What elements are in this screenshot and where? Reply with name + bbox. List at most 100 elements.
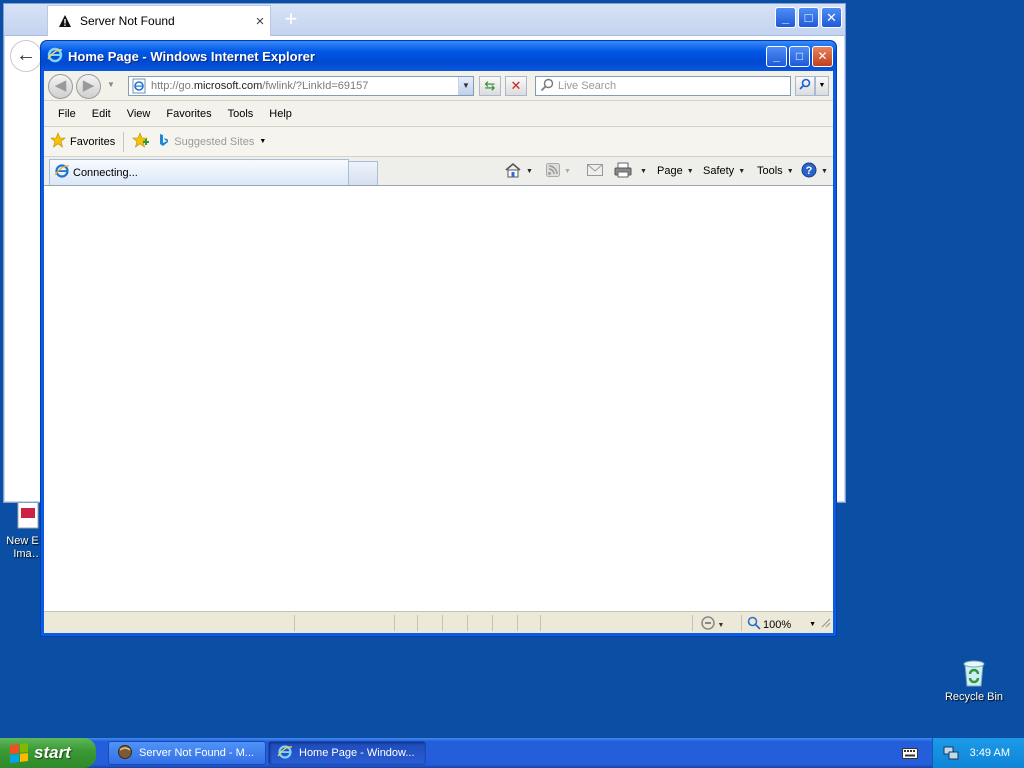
menu-favorites[interactable]: Favorites [158,108,219,120]
status-pane [517,615,518,631]
home-icon [504,162,522,181]
status-pane [492,615,493,631]
search-placeholder: Live Search [558,80,617,92]
back-button[interactable]: ◀ [48,74,73,99]
back-button[interactable]: ← [10,40,42,72]
address-bar[interactable]: http://go.microsoft.com/fwlink/?LinkId=6… [128,76,474,96]
address-toolbar: ◀ ▶ ▼ http://go.microsoft.com/fwlink/?Li… [44,71,833,101]
start-button[interactable]: start [0,738,96,768]
recycle-bin-icon [958,656,990,688]
ie-logo-icon [47,47,63,66]
taskbar-item-label: Server Not Found - M... [139,747,254,759]
protected-mode-icon[interactable]: ▼ [700,615,726,634]
ie-page-icon [131,78,147,94]
zoom-dropdown-icon[interactable]: ▼ [809,621,816,628]
ie-logo-icon [277,744,293,763]
help-dropdown-icon: ▼ [821,167,828,175]
stop-button[interactable]: ✕ [505,76,527,96]
tools-dropdown-icon: ▼ [786,167,794,175]
search-input[interactable]: Live Search [535,76,791,96]
desktop-icon-label: Recycle Bin [944,691,1004,703]
resize-grip-icon[interactable] [819,616,831,631]
status-pane [394,615,395,631]
page-dropdown-icon: ▼ [686,167,694,175]
address-url[interactable]: http://go.microsoft.com/fwlink/?LinkId=6… [151,80,458,92]
status-pane [442,615,443,631]
suggested-sites-dropdown-icon[interactable]: ▼ [259,138,266,145]
search-options-dropdown[interactable]: ▼ [815,76,829,96]
taskbar-item-home-page[interactable]: Home Page - Window... [268,741,426,765]
background-tab-title: Server Not Found [80,14,175,28]
feeds-dropdown-icon[interactable]: ▼ [564,168,571,175]
background-tab-strip: Server Not Found × + _ □ ✕ [4,4,845,36]
windows-logo-icon [10,743,28,763]
zoom-level: 100% [763,618,792,631]
new-tab-button[interactable] [348,161,378,185]
ie-title-bar[interactable]: Home Page - Windows Internet Explorer _ … [41,41,836,71]
zoom-icon [747,616,761,633]
new-tab-button[interactable]: + [279,8,303,32]
refresh-button[interactable]: ⇆ [479,76,501,96]
menu-help[interactable]: Help [261,108,300,120]
favorites-button[interactable]: Favorites [70,136,115,148]
mail-button[interactable] [587,157,603,185]
status-pane [417,615,418,631]
bing-icon [158,133,170,150]
page-menu[interactable]: Page ▼ [657,157,694,185]
printer-icon [614,162,632,181]
minimize-button[interactable]: _ [766,46,787,67]
status-pane [540,615,541,631]
clock[interactable]: 3:49 AM [970,747,1010,759]
home-button[interactable]: ▼ [504,157,533,185]
help-button[interactable]: ? ▼ [801,157,828,185]
menu-bar: File Edit View Favorites Tools Help [44,101,833,127]
background-tab[interactable]: Server Not Found × [47,5,271,36]
favorites-separator [123,131,125,152]
minimize-button[interactable]: _ [775,7,796,28]
taskbar: start Server Not Found - M... Home Page … [0,738,1024,768]
mail-icon [587,163,603,179]
page-content-area[interactable] [44,185,833,611]
tools-menu[interactable]: Tools ▼ [757,157,794,185]
taskbar-item-label: Home Page - Window... [299,747,415,759]
keyboard-icon[interactable] [902,746,918,763]
menu-view[interactable]: View [119,108,159,120]
menu-edit[interactable]: Edit [84,108,119,120]
history-dropdown-icon[interactable]: ▼ [107,80,115,89]
add-to-favorites-bar-icon[interactable] [132,132,150,151]
favorites-star-icon [50,132,66,151]
rss-feed-icon [546,162,560,180]
zoom-control[interactable]: 100% ▼ [747,616,816,633]
tab-connecting[interactable]: Connecting... [49,159,349,185]
close-button[interactable]: ✕ [821,7,842,28]
svg-text:?: ? [806,165,813,177]
window-title: Home Page - Windows Internet Explorer [68,48,315,64]
favorites-bar: Favorites Suggested Sites ▼ [44,127,833,157]
suggested-sites-link[interactable]: Suggested Sites [174,136,254,148]
close-tab-icon[interactable]: × [250,13,270,30]
search-icon [540,78,554,95]
forward-button[interactable]: ▶ [76,74,101,99]
maximize-button[interactable]: □ [789,46,810,67]
taskbar-item-server-not-found[interactable]: Server Not Found - M... [108,741,266,765]
safety-menu[interactable]: Safety ▼ [703,157,745,185]
desktop-icon-recycle-bin[interactable]: Recycle Bin [934,656,1014,704]
tools-menu-label: Tools [757,165,783,177]
ie-window[interactable]: Home Page - Windows Internet Explorer _ … [40,40,837,637]
address-dropdown-icon[interactable]: ▼ [458,77,473,95]
tab-title: Connecting... [73,166,138,179]
maximize-button[interactable]: □ [798,7,819,28]
tab-command-bar: Connecting... ▼ ▼ ▼ Page ▼ Safety ▼ Tool… [44,157,833,185]
home-dropdown-icon[interactable]: ▼ [526,168,533,175]
network-icon[interactable] [943,746,959,763]
close-button[interactable]: ✕ [812,46,833,67]
search-button[interactable] [795,76,815,96]
status-pane [467,615,468,631]
ie-page-icon [54,163,70,182]
ie-client-area: ◀ ▶ ▼ http://go.microsoft.com/fwlink/?Li… [44,71,833,633]
feeds-button[interactable]: ▼ [546,157,571,185]
menu-file[interactable]: File [50,108,84,120]
print-button[interactable]: ▼ [614,157,647,185]
menu-tools[interactable]: Tools [220,108,262,120]
print-dropdown-icon[interactable]: ▼ [640,168,647,175]
